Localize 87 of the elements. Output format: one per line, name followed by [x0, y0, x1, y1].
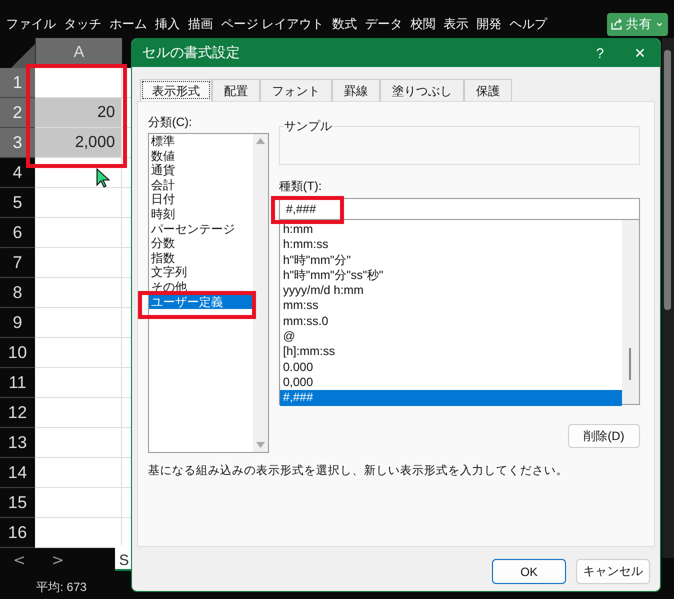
ribbon-tab[interactable]: タッチ — [60, 16, 106, 32]
category-item[interactable]: 時刻 — [149, 206, 253, 222]
table-cell[interactable] — [35, 308, 122, 338]
help-button[interactable]: ? — [580, 44, 620, 62]
table-cell[interactable] — [35, 488, 122, 518]
description-text: 基になる組み込みの表示形式を選択し、新しい表示形式を入力してください。 — [148, 463, 569, 478]
status-average: 平均: 673 — [35, 578, 88, 596]
table-cell[interactable] — [122, 488, 132, 518]
type-label: 種類(T): — [279, 178, 323, 195]
ribbon-tab[interactable]: 描画 — [184, 16, 217, 32]
previous-sheet-button[interactable]: < — [0, 551, 39, 569]
category-item[interactable]: 日付 — [149, 192, 253, 207]
category-item[interactable]: パーセンテージ — [149, 222, 253, 236]
category-item[interactable]: 文字列 — [149, 265, 253, 280]
table-cell[interactable] — [35, 518, 122, 548]
ribbon-tab[interactable]: ヘルプ — [505, 16, 551, 32]
category-item[interactable]: 標準 — [149, 134, 253, 149]
table-cell[interactable] — [35, 248, 122, 278]
next-sheet-button[interactable]: > — [38, 551, 78, 569]
ribbon-tab[interactable]: 校閲 — [406, 16, 440, 32]
table-cell[interactable] — [122, 398, 132, 428]
format-item[interactable]: @ — [280, 329, 622, 344]
ribbon-tab[interactable]: 挿入 — [151, 16, 184, 32]
format-item[interactable]: #,### — [280, 390, 622, 406]
table-cell[interactable] — [122, 368, 132, 398]
format-item[interactable]: h"時"mm"分"ss"秒" — [280, 268, 622, 284]
dialog-tab[interactable]: 塗りつぶし — [380, 79, 464, 101]
table-cell[interactable] — [35, 428, 122, 458]
category-item[interactable]: 通貨 — [149, 163, 253, 178]
select-all-icon[interactable] — [11, 44, 35, 68]
format-item[interactable]: 0.000 — [280, 360, 622, 375]
dialog-tab[interactable]: 保護 — [464, 79, 512, 101]
format-item[interactable]: yyyy/m/d h:mm — [280, 283, 622, 298]
table-cell[interactable] — [122, 218, 132, 248]
type-input-field[interactable]: #,### — [279, 198, 640, 220]
dialog-tab[interactable]: 配置 — [212, 79, 260, 101]
scrollbar-thumb[interactable] — [664, 50, 671, 310]
dialog-title: セルの書式設定 — [142, 44, 241, 62]
dialog-tab[interactable]: 表示形式 — [140, 79, 212, 101]
ribbon-tab[interactable]: 数式 — [328, 16, 361, 32]
table-cell[interactable] — [122, 308, 132, 338]
table-cell[interactable] — [122, 248, 132, 278]
format-item[interactable]: 0,000 — [280, 374, 622, 390]
sheet-tab[interactable]: S — [115, 545, 131, 571]
table-cell[interactable] — [122, 278, 132, 308]
ribbon-tab[interactable]: 開発 — [472, 16, 506, 32]
ribbon-tab[interactable]: ホーム — [106, 16, 151, 32]
dialog-tab[interactable]: フォント — [260, 79, 332, 101]
share-icon — [611, 18, 623, 30]
table-cell[interactable] — [35, 398, 122, 428]
table-cell[interactable] — [122, 428, 132, 458]
ribbon-tab[interactable]: データ — [360, 16, 406, 32]
format-item[interactable]: mm:ss.0 — [280, 314, 622, 330]
close-button[interactable]: ✕ — [620, 44, 660, 62]
sample-label: サンプル — [284, 118, 332, 135]
dialog-button[interactable]: キャンセル — [576, 559, 650, 584]
format-item[interactable]: mm:ss — [280, 298, 622, 314]
dialog-tab[interactable]: 罫線 — [332, 79, 380, 101]
table-cell[interactable] — [35, 338, 122, 368]
table-cell[interactable]: 20 — [35, 98, 122, 128]
category-label: 分類(C): — [148, 114, 193, 131]
category-item[interactable]: 分数 — [149, 236, 253, 251]
category-item[interactable]: 数値 — [149, 148, 253, 164]
format-item[interactable]: h:mm:ss — [280, 237, 622, 253]
format-item[interactable]: [h]:mm:ss — [280, 344, 622, 360]
category-item[interactable]: 指数 — [149, 250, 253, 266]
dialog-button[interactable]: OK — [492, 559, 566, 584]
table-cell[interactable] — [122, 458, 132, 488]
ribbon-tab[interactable]: 表示 — [439, 16, 472, 32]
ribbon-tab[interactable]: ファイル — [2, 16, 60, 32]
delete-button[interactable]: 削除(D) — [568, 424, 640, 448]
table-cell[interactable]: 2,000 — [35, 128, 122, 158]
table-cell[interactable] — [122, 188, 132, 218]
table-cell[interactable] — [35, 68, 122, 98]
format-item[interactable]: h"時"mm"分" — [280, 252, 622, 268]
table-cell[interactable] — [35, 278, 122, 308]
scrollbar-thumb[interactable] — [629, 348, 631, 380]
table-cell[interactable] — [35, 218, 122, 248]
cursor-icon — [96, 168, 110, 188]
table-cell[interactable] — [35, 458, 122, 488]
table-cell[interactable] — [122, 338, 132, 368]
category-item[interactable]: ユーザー定義 — [149, 294, 253, 310]
ribbon-tab[interactable]: ページ レイアウト — [217, 16, 328, 32]
format-item[interactable]: h:mm — [280, 222, 622, 238]
category-item[interactable]: 会計 — [149, 178, 253, 192]
table-cell[interactable] — [35, 368, 122, 398]
table-cell[interactable] — [35, 188, 122, 218]
